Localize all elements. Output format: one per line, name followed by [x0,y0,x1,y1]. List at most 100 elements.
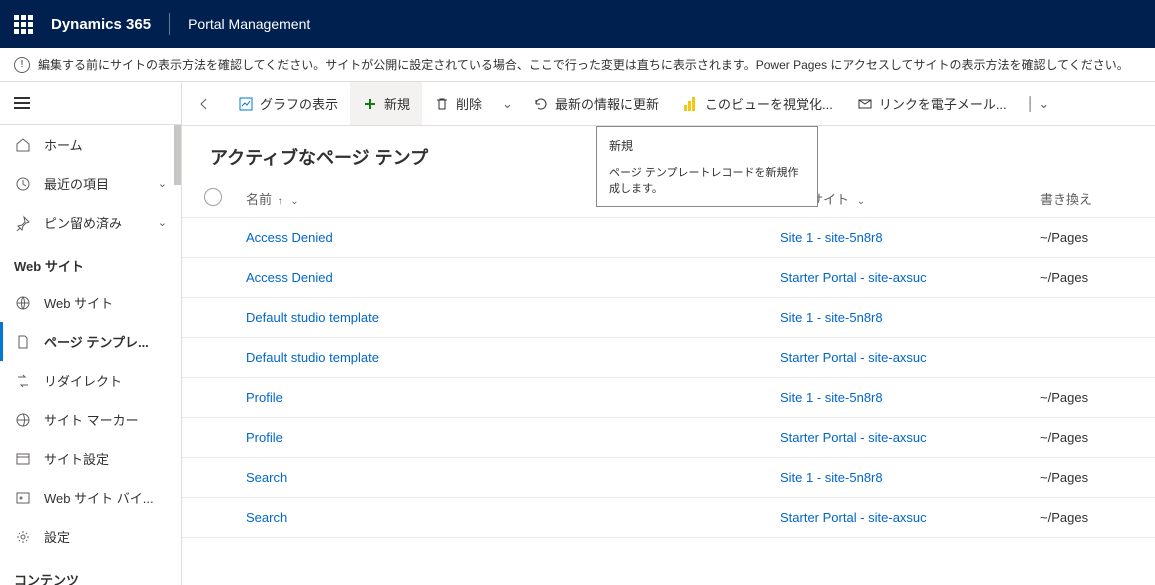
sidebar-item-redirects[interactable]: リダイレクト [0,361,181,400]
sidebar-section-contents: コンテンツ [0,556,181,585]
new-record-tooltip: 新規 ページ テンプレートレコードを新規作成します。 [596,126,818,207]
sidebar-item-label: サイト マーカー [44,410,167,429]
binding-icon [14,489,32,507]
table-row[interactable]: Search Starter Portal - site-axsuc ~/Pages [182,498,1155,538]
row-website-link[interactable]: Site 1 - site-5n8r8 [780,470,883,485]
sort-asc-icon: ↑ [278,196,283,207]
tooltip-body: ページ テンプレートレコードを新規作成します。 [609,164,805,196]
row-rewrite: ~/Pages [1040,270,1088,285]
main-content: グラフの表示 新規 削除 ⌄ 最新の情報に更新 [182,82,1155,585]
refresh-button[interactable]: 最新の情報に更新 [521,82,671,125]
delete-button[interactable]: 削除 [422,82,494,125]
settings-page-icon [14,450,32,468]
grid-body: Access DeniedSite 1 - site-5n8r8~/PagesA… [182,218,1155,538]
sidebar-item-label: ホーム [44,135,167,154]
chevron-down-icon[interactable]: ⌄ [290,196,298,207]
command-bar: グラフの表示 新規 削除 ⌄ 最新の情報に更新 [182,82,1155,126]
table-row[interactable]: Profile Starter Portal - site-axsuc ~/Page… [182,418,1155,458]
sidebar-section-websites: Web サイト [0,242,181,283]
pin-icon [14,214,32,232]
row-website-link[interactable]: Starter Portal - site-axsuc [780,430,927,445]
row-rewrite: ~/Pages [1040,470,1088,485]
globe-icon [14,411,32,429]
command-label: 削除 [456,94,482,113]
row-website-link[interactable]: Starter Portal - site-axsuc [780,270,927,285]
app-launcher-icon[interactable] [14,15,33,34]
mail-icon [857,96,873,112]
back-button[interactable] [182,82,226,125]
column-label: 名前 [246,192,272,207]
brand-name[interactable]: Dynamics 365 [51,16,151,33]
command-label: 最新の情報に更新 [555,94,659,113]
sidebar-item-website-bindings[interactable]: Web サイト バイ... [0,478,181,517]
column-label: 書き換え [1040,192,1092,207]
row-name-link[interactable]: Search [246,510,287,525]
globe-icon [14,294,32,312]
show-chart-button[interactable]: グラフの表示 [226,82,350,125]
table-row[interactable]: Default studio template Starter Portal - … [182,338,1155,378]
chart-icon [238,96,254,112]
column-header-website[interactable]: Web サイト ⌄ [780,189,1040,208]
sidebar-item-label: ページ テンプレ... [44,332,167,351]
sidebar-item-label: Web サイト [44,293,167,312]
row-website-link[interactable]: Starter Portal - site-axsuc [780,350,927,365]
row-website-link[interactable]: Site 1 - site-5n8r8 [780,310,883,325]
sidebar-item-page-templates[interactable]: ページ テンプレ... [0,322,181,361]
table-row[interactable]: Default studio template Site 1 - site-5n8… [182,298,1155,338]
column-header-rewrite[interactable]: 書き換え [1040,189,1092,208]
home-icon [14,136,32,154]
command-label: グラフの表示 [260,94,338,113]
select-all-checkbox[interactable] [204,188,222,206]
row-name-link[interactable]: Profile [246,430,283,445]
delete-split-chevron[interactable]: ⌄ [494,82,521,125]
sidebar-item-settings[interactable]: 設定 [0,517,181,556]
sidebar-item-site-settings[interactable]: サイト設定 [0,439,181,478]
select-all-column[interactable] [204,188,240,209]
plus-icon [362,96,378,112]
row-name-link[interactable]: Access Denied [246,230,333,245]
table-row[interactable]: ProfileSite 1 - site-5n8r8~/Pages [182,378,1155,418]
row-rewrite: ~/Pages [1040,430,1088,445]
sidebar-item-recent[interactable]: 最近の項目 ⌄ [0,164,181,203]
row-name-link[interactable]: Default studio template [246,310,379,325]
row-name-link[interactable]: Access Denied [246,270,333,285]
sidebar: ホーム 最近の項目 ⌄ ピン留め済み ⌄ Web サイト [0,82,182,585]
email-link-button[interactable]: リンクを電子メール... [845,82,1019,125]
gear-icon [14,528,32,546]
new-button[interactable]: 新規 [350,82,422,125]
row-name-link[interactable]: Default studio template [246,350,379,365]
row-website-link[interactable]: Starter Portal - site-axsuc [780,510,927,525]
page-icon [14,333,32,351]
row-rewrite: ~/Pages [1040,510,1088,525]
sidebar-toggle[interactable] [0,82,181,125]
row-name-link[interactable]: Profile [246,390,283,405]
redirect-icon [14,372,32,390]
sidebar-item-label: サイト設定 [44,449,167,468]
command-label: リンクを電子メール... [879,94,1007,113]
clock-icon [14,175,32,193]
visualize-button[interactable]: このビューを視覚化... [671,82,845,125]
sidebar-item-label: リダイレクト [44,371,167,390]
sidebar-item-websites[interactable]: Web サイト [0,283,181,322]
sidebar-item-pinned[interactable]: ピン留め済み ⌄ [0,203,181,242]
chevron-down-icon[interactable]: ⌄ [857,196,865,207]
table-row[interactable]: Access Denied Starter Portal - site-axsuc… [182,258,1155,298]
trash-icon [434,96,450,112]
table-row[interactable]: Access Denied Site 1 - site-5n8r8 ~/Pages [182,218,1155,258]
row-website-link[interactable]: Site 1 - site-5n8r8 [780,230,883,245]
chevron-down-icon[interactable]: ⌄ [158,216,167,229]
sidebar-item-site-markers[interactable]: サイト マーカー [0,400,181,439]
tooltip-title: 新規 [609,137,805,154]
chevron-down-icon[interactable]: ⌄ [158,177,167,190]
refresh-icon [533,96,549,112]
row-rewrite: ~/Pages [1040,230,1088,245]
app-name[interactable]: Portal Management [188,16,310,32]
sidebar-item-label: 最近の項目 [44,174,146,193]
sidebar-item-label: ピン留め済み [44,213,146,232]
row-name-link[interactable]: Search [246,470,287,485]
info-icon: ! [14,57,30,73]
email-split-chevron[interactable]: │ ⌄ [1019,82,1058,125]
table-row[interactable]: Search Site 1 - site-5n8r8 ~/Pages [182,458,1155,498]
row-website-link[interactable]: Site 1 - site-5n8r8 [780,390,883,405]
sidebar-item-home[interactable]: ホーム [0,125,181,164]
